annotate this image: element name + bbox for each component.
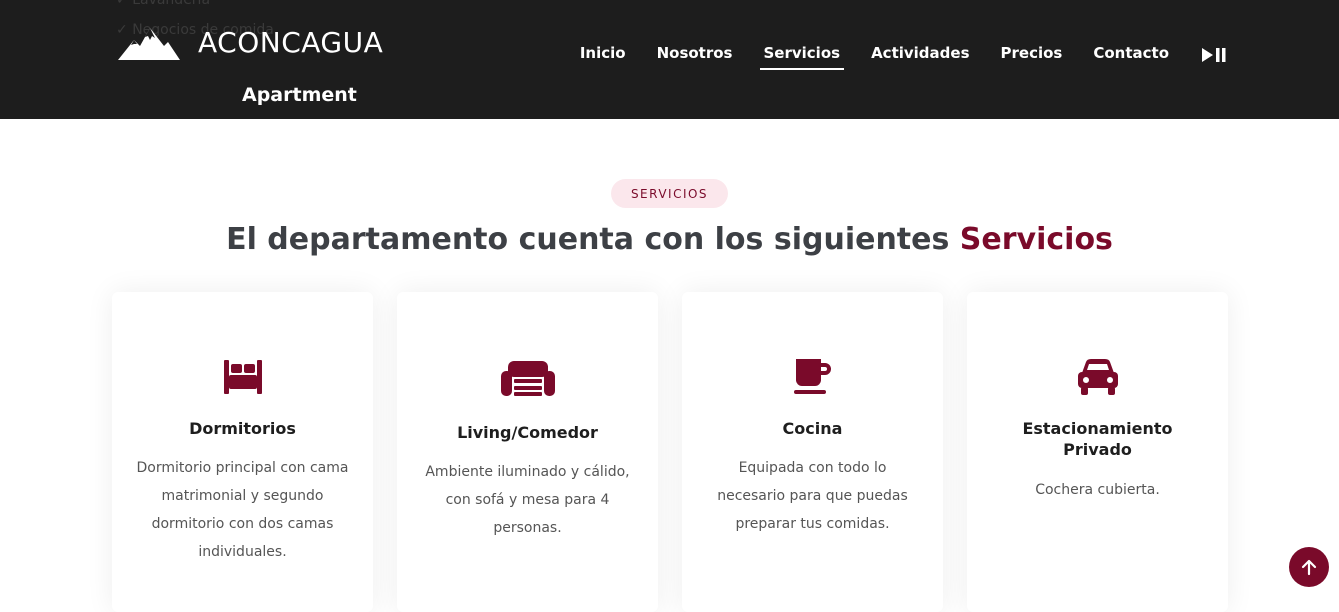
nav-item-nosotros[interactable]: Nosotros	[657, 44, 733, 66]
service-card-cocina: Cocina Equipada con todo lo necesario pa…	[682, 292, 943, 612]
card-description: Dormitorio principal con cama matrimonia…	[136, 460, 349, 560]
nav-item-precios[interactable]: Precios	[1001, 44, 1063, 66]
site-header: ✓ Lavandería ✓ Negocios de comida ACONCA…	[0, 0, 1339, 119]
card-description: Cochera cubierta.	[1035, 482, 1160, 498]
arrow-up-icon	[1301, 559, 1317, 576]
heading-accent-text: Servicios	[959, 222, 1113, 257]
nav-item-servicios[interactable]: Servicios	[759, 44, 844, 70]
service-card-estacionamiento: Estacionamiento Privado Cochera cubierta…	[967, 292, 1228, 612]
scroll-to-top-button[interactable]	[1289, 547, 1329, 587]
section-heading: El departamento cuenta con los siguiente…	[0, 222, 1339, 257]
nav-item-contacto[interactable]: Contacto	[1093, 44, 1169, 66]
card-title: Living/Comedor	[457, 423, 598, 442]
mug-icon	[793, 359, 831, 394]
nav-item-inicio[interactable]: Inicio	[580, 44, 626, 66]
section-badge: SERVICIOS	[611, 179, 728, 208]
bed-icon	[223, 360, 262, 394]
heading-main-text: El departamento cuenta con los siguiente…	[226, 222, 960, 257]
ghost-list-item-label: Lavandería	[132, 0, 211, 8]
main-nav: Inicio Nosotros Servicios Actividades Pr…	[549, 44, 1227, 70]
logo-subtitle: Apartment	[242, 84, 357, 106]
site-logo[interactable]: ACONCAGUA Apartment	[118, 22, 408, 117]
couch-icon	[500, 361, 555, 396]
card-description: Ambiente iluminado y cálido, con sofá y …	[425, 464, 630, 536]
card-description: Equipada con todo lo necesario para que …	[717, 460, 908, 532]
ghost-list-item: ✓ Lavandería	[116, 0, 210, 8]
card-title: Estacionamiento Privado	[1022, 419, 1173, 459]
logo-title: ACONCAGUA	[198, 26, 384, 59]
service-card-dormitorios: Dormitorios Dormitorio principal con cam…	[112, 292, 373, 612]
mountain-logo-icon	[118, 28, 180, 60]
card-title: Dormitorios	[189, 419, 296, 438]
play-pause-icon[interactable]	[1201, 46, 1227, 64]
car-icon	[1077, 359, 1118, 395]
card-title: Cocina	[782, 419, 843, 438]
service-card-living-comedor: Living/Comedor Ambiente iluminado y cáli…	[397, 292, 658, 612]
nav-item-actividades[interactable]: Actividades	[871, 44, 969, 66]
